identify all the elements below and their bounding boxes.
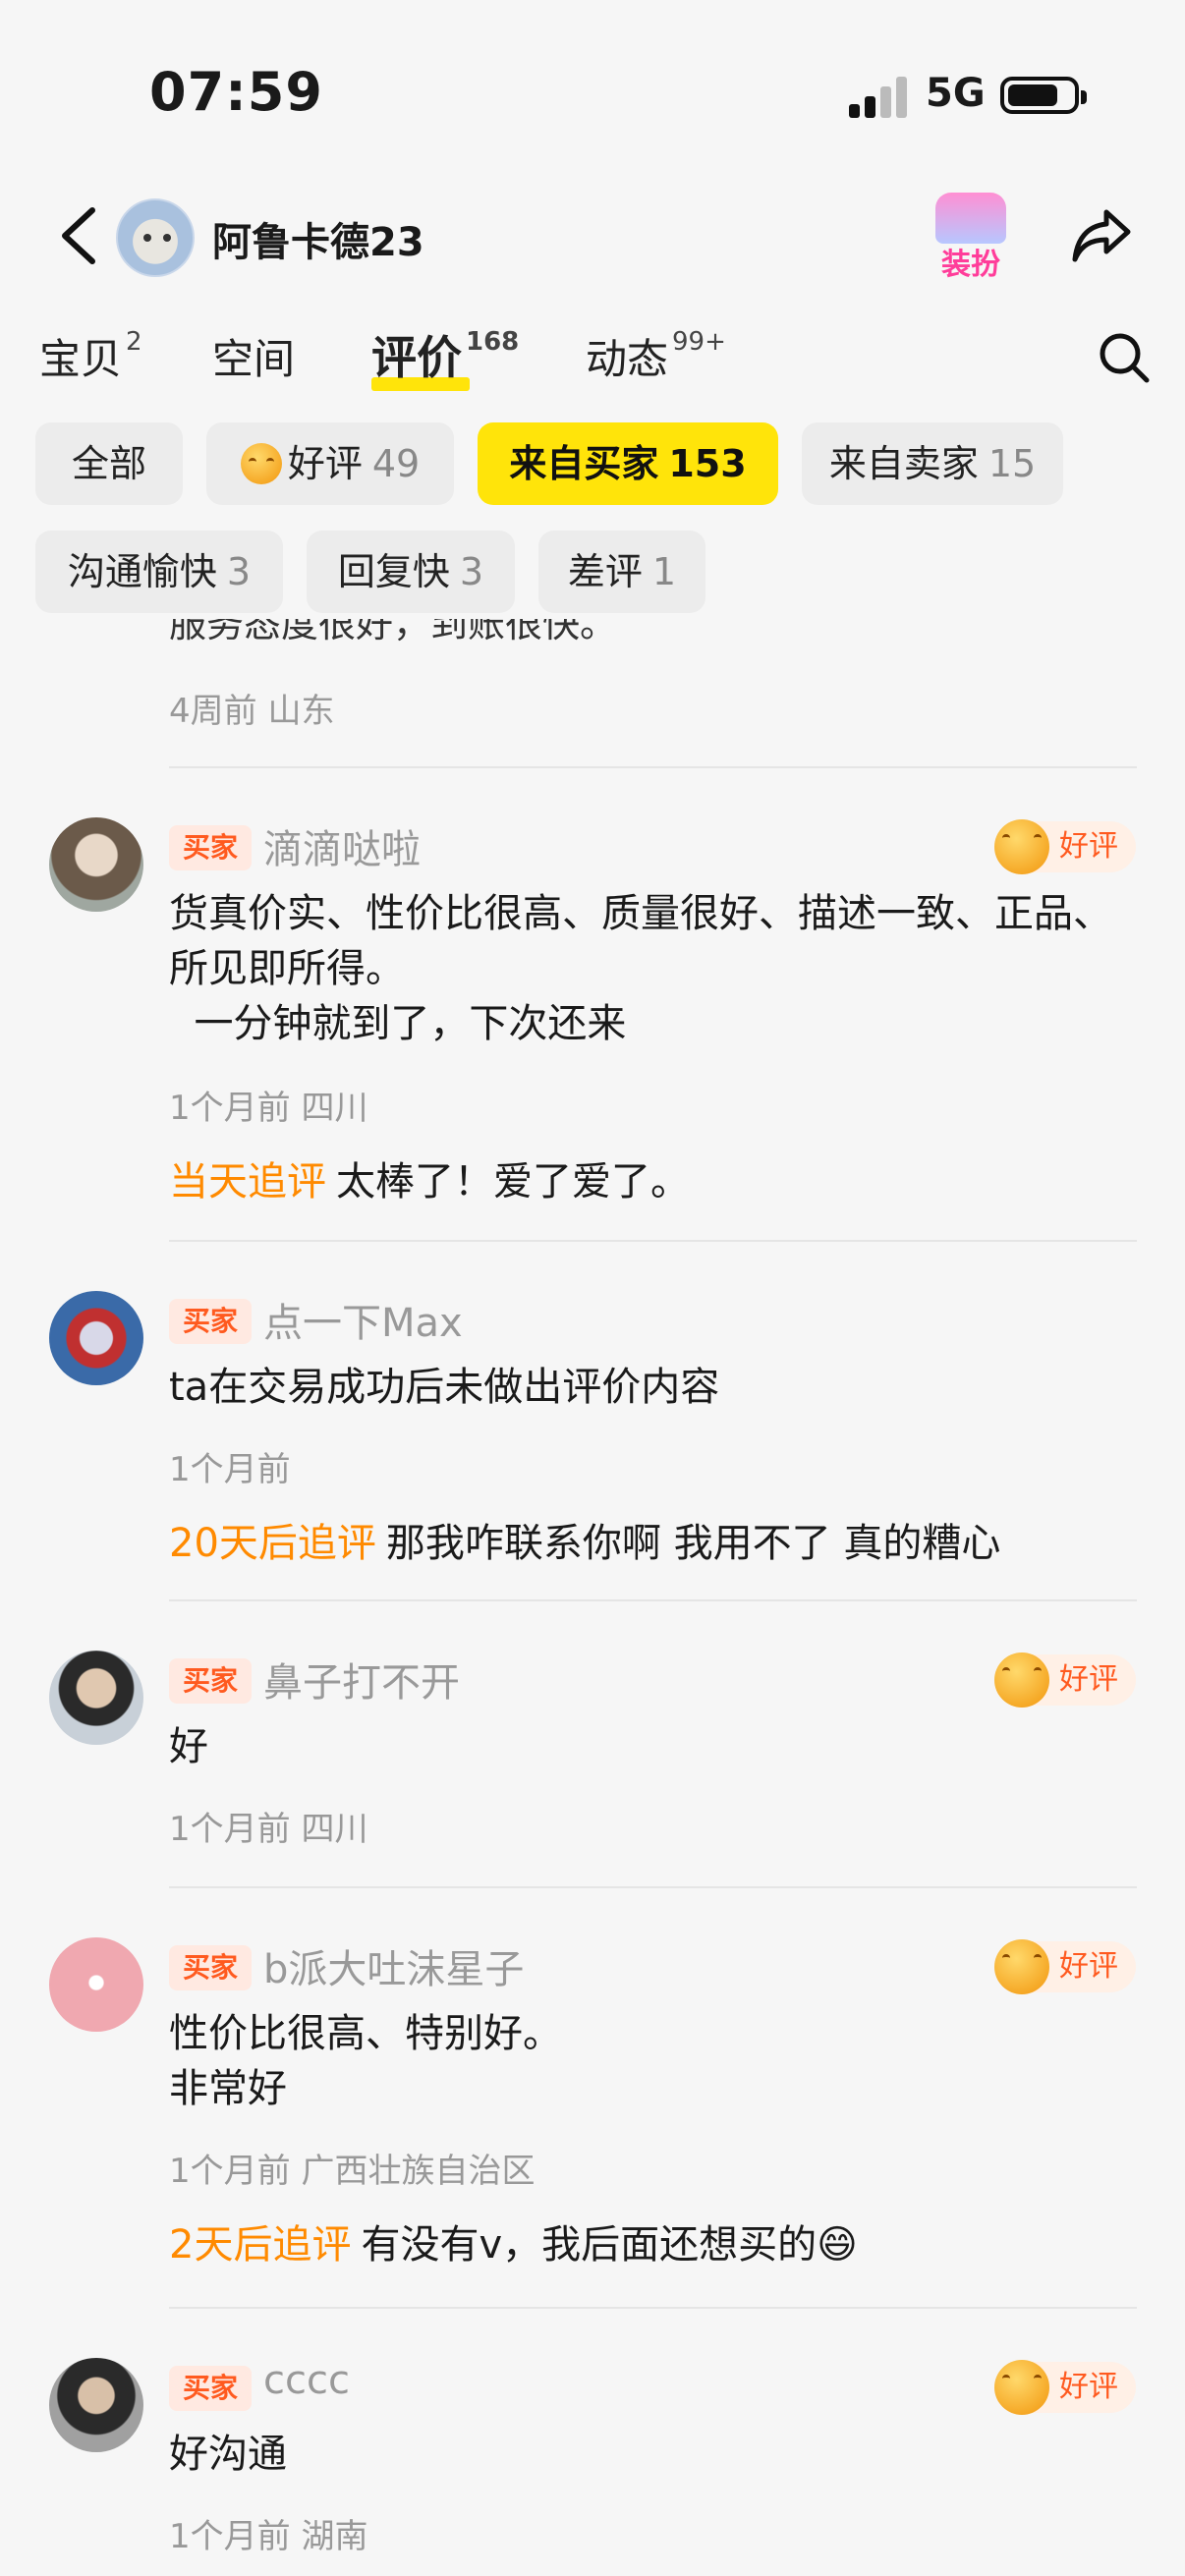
filter-good[interactable]: 好评 49 (206, 422, 454, 505)
review-meta: 1个月前 广西壮族自治区 (169, 2152, 536, 2191)
share-icon[interactable] (1069, 204, 1134, 267)
review-text: 服务态度很好，到账很快。 (169, 619, 618, 645)
divider (169, 766, 1137, 768)
tab-moments[interactable]: 动态 99+ (586, 326, 726, 386)
reviewer-name[interactable]: cccc (263, 2358, 350, 2403)
filter-all[interactable]: 全部 (35, 422, 183, 505)
divider (169, 2307, 1137, 2309)
reviewer-name[interactable]: b派大吐沫星子 (263, 1937, 524, 1994)
filter-pleasant-communication[interactable]: 沟通愉快 3 (35, 531, 283, 613)
filter-from-buyer[interactable]: 来自买家 153 (478, 422, 778, 505)
status-bar: 07:59 5G (0, 0, 1185, 187)
review-meta: 1个月前 四川 (169, 1810, 368, 1849)
divider (169, 1886, 1137, 1888)
avatar[interactable] (49, 1291, 143, 1385)
avatar[interactable] (49, 1937, 143, 2032)
network-label: 5G (926, 71, 986, 116)
good-review-badge: 好评 (994, 2360, 1136, 2415)
buyer-tag: 买家 (169, 825, 253, 870)
follow-up-review: 20天后追评 那我咋联系你啊 我用不了 真的糟心 (169, 1521, 1001, 1566)
shop-avatar[interactable] (116, 198, 195, 277)
buyer-tag: 买家 (169, 1299, 253, 1344)
dress-up-label: 装扮 (941, 248, 1000, 282)
review-meta: 1个月前 四川 (169, 1089, 368, 1128)
dress-up-button[interactable]: 装扮 (930, 193, 1012, 282)
review-text: 性价比很高、特别好。 非常好 (169, 2011, 562, 2111)
buyer-tag: 买家 (169, 2366, 253, 2411)
filter-from-seller[interactable]: 来自卖家 15 (802, 422, 1063, 505)
smile-icon (994, 1652, 1049, 1708)
tab-items[interactable]: 宝贝 2 (39, 326, 142, 386)
avatar[interactable] (49, 817, 143, 912)
tab-space[interactable]: 空间 (212, 326, 295, 386)
buyer-tag: 买家 (169, 1658, 253, 1704)
smile-icon (994, 1939, 1049, 1994)
reviewer-name[interactable]: 滴滴哒啦 (263, 817, 421, 874)
battery-icon (1000, 77, 1087, 114)
search-icon[interactable] (1097, 330, 1152, 385)
review-text: 好沟通 (169, 2432, 287, 2477)
shirt-icon (935, 193, 1006, 244)
review-text: 好 (169, 1724, 208, 1769)
buyer-tag: 买家 (169, 1945, 253, 1990)
status-time: 07:59 (149, 61, 323, 123)
avatar[interactable] (49, 1651, 143, 1745)
good-review-badge: 好评 (994, 1652, 1136, 1708)
back-icon[interactable] (53, 204, 112, 267)
shop-header: 阿鲁卡德23 装扮 (0, 187, 1185, 285)
review-text: ta在交易成功后未做出评价内容 (169, 1365, 720, 1410)
reviewer-name[interactable]: 点一下Max (263, 1291, 463, 1348)
follow-up-review: 当天追评 太棒了！爱了爱了。 (169, 1159, 690, 1204)
review-meta: 4周前 山东 (169, 692, 335, 731)
review-meta: 1个月前 湖南 (169, 2517, 368, 2556)
smile-icon (994, 2360, 1049, 2415)
tab-reviews[interactable]: 评价 168 (371, 322, 519, 391)
divider (169, 1599, 1137, 1601)
good-review-badge: 好评 (994, 1939, 1136, 1994)
follow-up-review: 2天后追评 有没有v，我后面还想买的😄 (169, 2222, 858, 2268)
review-meta: 1个月前 (169, 1450, 291, 1489)
shop-name[interactable]: 阿鲁卡德23 (212, 210, 424, 267)
review-list: 服务态度很好，到账很快。 4周前 山东 买家 滴滴哒啦 好评 货真价实、性价比很… (0, 619, 1185, 2576)
filter-fast-reply[interactable]: 回复快 3 (307, 531, 515, 613)
filter-bad[interactable]: 差评 1 (538, 531, 705, 613)
profile-tabs: 宝贝 2 空间 评价 168 动态 99+ (0, 314, 1185, 403)
avatar[interactable] (49, 2358, 143, 2452)
review-text: 货真价实、性价比很高、质量很好、描述一致、正品、所见即所得。 一分钟就到了，下次… (169, 891, 1112, 1046)
signal-icon (849, 77, 908, 118)
smile-icon (240, 443, 282, 484)
good-review-badge: 好评 (994, 819, 1136, 874)
smile-icon (994, 819, 1049, 874)
divider (169, 1240, 1137, 1242)
reviewer-name[interactable]: 鼻子打不开 (263, 1651, 460, 1708)
